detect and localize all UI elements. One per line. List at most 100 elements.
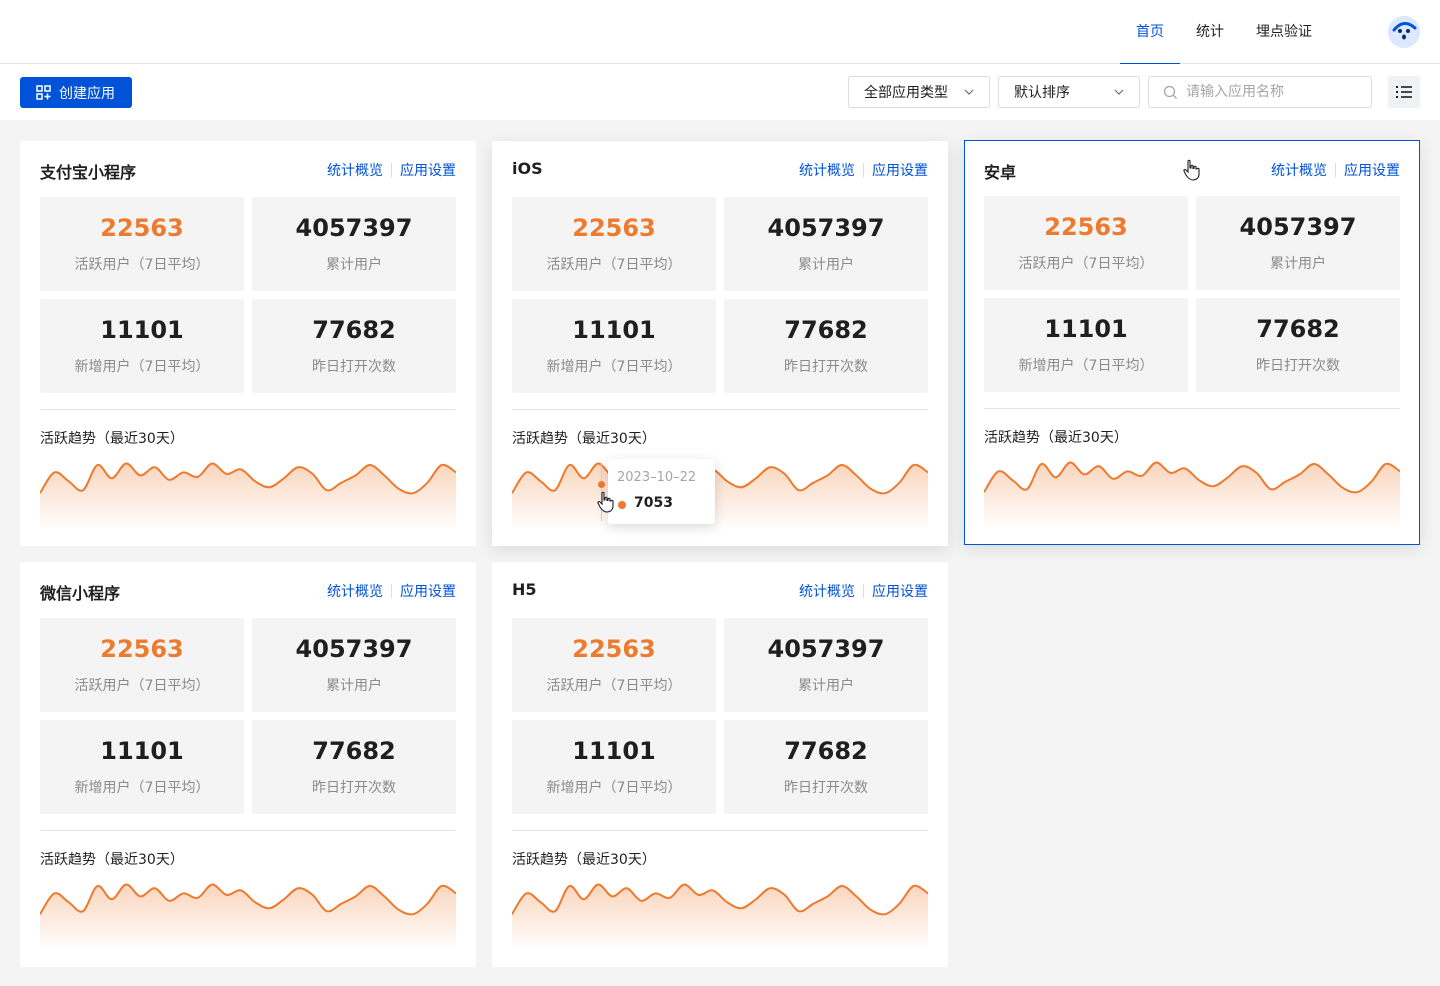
stat-label: 活跃用户（7日平均）	[546, 257, 682, 273]
top-bar: 首页 统计 埋点验证	[0, 0, 1440, 65]
divider	[40, 409, 456, 410]
stat-total-users: 4057397 累计用户	[724, 618, 928, 712]
create-app-button[interactable]: 创建应用	[20, 77, 132, 108]
create-app-label: 创建应用	[59, 85, 115, 102]
trend-label: 活跃趋势（最近30天）	[40, 852, 184, 868]
stat-value: 11101	[572, 316, 656, 344]
link-divider	[863, 584, 864, 598]
active-trend-chart	[512, 883, 928, 951]
nav-item-statistics[interactable]: 统计	[1180, 0, 1240, 64]
app-settings-link[interactable]: 应用设置	[400, 160, 456, 180]
stat-label: 累计用户	[326, 678, 382, 694]
tooltip-series-dot	[618, 501, 626, 509]
stat-new-users: 11101 新增用户（7日平均）	[512, 720, 716, 814]
stat-label: 活跃用户（7日平均）	[74, 257, 210, 273]
chevron-down-icon	[1114, 89, 1124, 95]
stat-label: 累计用户	[798, 257, 854, 273]
app-type-select-value: 全部应用类型	[864, 85, 948, 101]
stat-label: 新增用户（7日平均）	[74, 359, 210, 375]
stats-overview-link[interactable]: 统计概览	[799, 160, 855, 180]
stat-total-users: 4057397 累计用户	[252, 197, 456, 291]
trend-label: 活跃趋势（最近30天）	[512, 431, 656, 447]
stat-value: 11101	[1044, 315, 1128, 343]
stat-value: 77682	[784, 737, 868, 765]
link-divider	[863, 163, 864, 177]
app-settings-link[interactable]: 应用设置	[1344, 160, 1400, 180]
card-links: 统计概览 应用设置	[799, 160, 928, 180]
hand-cursor-icon	[597, 491, 614, 513]
stats-overview-link[interactable]: 统计概览	[327, 160, 383, 180]
stat-label: 昨日打开次数	[784, 780, 868, 796]
trend-label: 活跃趋势（最近30天）	[984, 430, 1128, 446]
stat-opens: 77682 昨日打开次数	[724, 299, 928, 393]
search-box	[1148, 76, 1372, 108]
stat-total-users: 4057397 累计用户	[1196, 196, 1400, 290]
divider	[512, 830, 928, 831]
stat-label: 昨日打开次数	[784, 359, 868, 375]
nav-item-home[interactable]: 首页	[1120, 0, 1180, 65]
nav-item-tracking-verify[interactable]: 埋点验证	[1240, 0, 1328, 64]
stat-value: 77682	[784, 316, 868, 344]
stat-label: 新增用户（7日平均）	[74, 780, 210, 796]
stats-overview-link[interactable]: 统计概览	[1271, 160, 1327, 180]
stat-label: 新增用户（7日平均）	[1018, 358, 1154, 374]
stat-label: 昨日打开次数	[312, 359, 396, 375]
stat-opens: 77682 昨日打开次数	[252, 299, 456, 393]
tooltip-date: 2023–10–22	[617, 470, 697, 485]
stat-active-users: 22563 活跃用户（7日平均）	[512, 197, 716, 291]
avatar[interactable]	[1388, 16, 1420, 48]
stats-grid: 22563 活跃用户（7日平均） 4057397 累计用户 11101 新增用户（7日…	[512, 197, 928, 393]
stat-value: 11101	[100, 316, 184, 344]
stat-value: 77682	[312, 316, 396, 344]
stat-value: 22563	[572, 635, 656, 663]
stat-value: 77682	[1256, 315, 1340, 343]
stat-label: 累计用户	[798, 678, 854, 694]
sort-select[interactable]: 默认排序	[998, 76, 1140, 108]
stat-value: 4057397	[295, 635, 413, 663]
stat-value: 4057397	[767, 214, 885, 242]
stat-new-users: 11101 新增用户（7日平均）	[40, 299, 244, 393]
card-links: 统计概览 应用设置	[327, 581, 456, 601]
stat-label: 累计用户	[1270, 256, 1326, 272]
stat-value: 4057397	[767, 635, 885, 663]
stats-overview-link[interactable]: 统计概览	[799, 581, 855, 601]
list-icon	[1396, 86, 1412, 98]
app-settings-link[interactable]: 应用设置	[872, 160, 928, 180]
trend-label: 活跃趋势（最近30天）	[512, 852, 656, 868]
app-card-h5[interactable]: H5 统计概览 应用设置 22563 活跃用户（7日平均） 4057397 累计用户 …	[492, 562, 948, 967]
card-title: 微信小程序	[40, 584, 121, 603]
active-trend-chart	[40, 883, 456, 951]
trend-label: 活跃趋势（最近30天）	[40, 431, 184, 447]
avatar-face-icon	[1388, 16, 1420, 48]
app-type-select[interactable]: 全部应用类型	[848, 76, 990, 108]
stat-value: 11101	[100, 737, 184, 765]
stat-label: 活跃用户（7日平均）	[1018, 256, 1154, 272]
stat-label: 活跃用户（7日平均）	[74, 678, 210, 694]
app-settings-link[interactable]: 应用设置	[400, 581, 456, 601]
stat-label: 新增用户（7日平均）	[546, 780, 682, 796]
app-card-alipay[interactable]: 支付宝小程序 统计概览 应用设置 22563 活跃用户（7日平均） 4057397 累…	[20, 141, 476, 546]
card-links: 统计概览 应用设置	[327, 160, 456, 180]
stat-new-users: 11101 新增用户（7日平均）	[40, 720, 244, 814]
stat-active-users: 22563 活跃用户（7日平均）	[512, 618, 716, 712]
stat-label: 累计用户	[326, 257, 382, 273]
link-divider	[1335, 163, 1336, 177]
app-card-ios[interactable]: iOS 统计概览 应用设置 22563 活跃用户（7日平均） 4057397 累计用户…	[492, 141, 948, 546]
app-card-wechat[interactable]: 微信小程序 统计概览 应用设置 22563 活跃用户（7日平均） 4057397 累计…	[20, 562, 476, 967]
divider	[984, 408, 1400, 409]
main-nav: 首页 统计 埋点验证	[1120, 0, 1328, 65]
search-input[interactable]	[1186, 84, 1356, 100]
stats-overview-link[interactable]: 统计概览	[327, 581, 383, 601]
stat-active-users: 22563 活跃用户（7日平均）	[40, 197, 244, 291]
active-trend-chart	[984, 461, 1400, 529]
tooltip-value: 7053	[634, 495, 673, 511]
toolbar: 创建应用 全部应用类型 默认排序	[0, 64, 1440, 120]
hover-point	[598, 481, 605, 488]
list-view-button[interactable]	[1388, 76, 1420, 108]
app-card-android[interactable]: 安卓 统计概览 应用设置 22563 活跃用户（7日平均） 4057397 累计用户 …	[964, 140, 1420, 545]
stat-value: 22563	[572, 214, 656, 242]
stats-grid: 22563 活跃用户（7日平均） 4057397 累计用户 11101 新增用户（7日…	[40, 618, 456, 814]
chevron-down-icon	[964, 89, 974, 95]
app-settings-link[interactable]: 应用设置	[872, 581, 928, 601]
stat-label: 活跃用户（7日平均）	[546, 678, 682, 694]
